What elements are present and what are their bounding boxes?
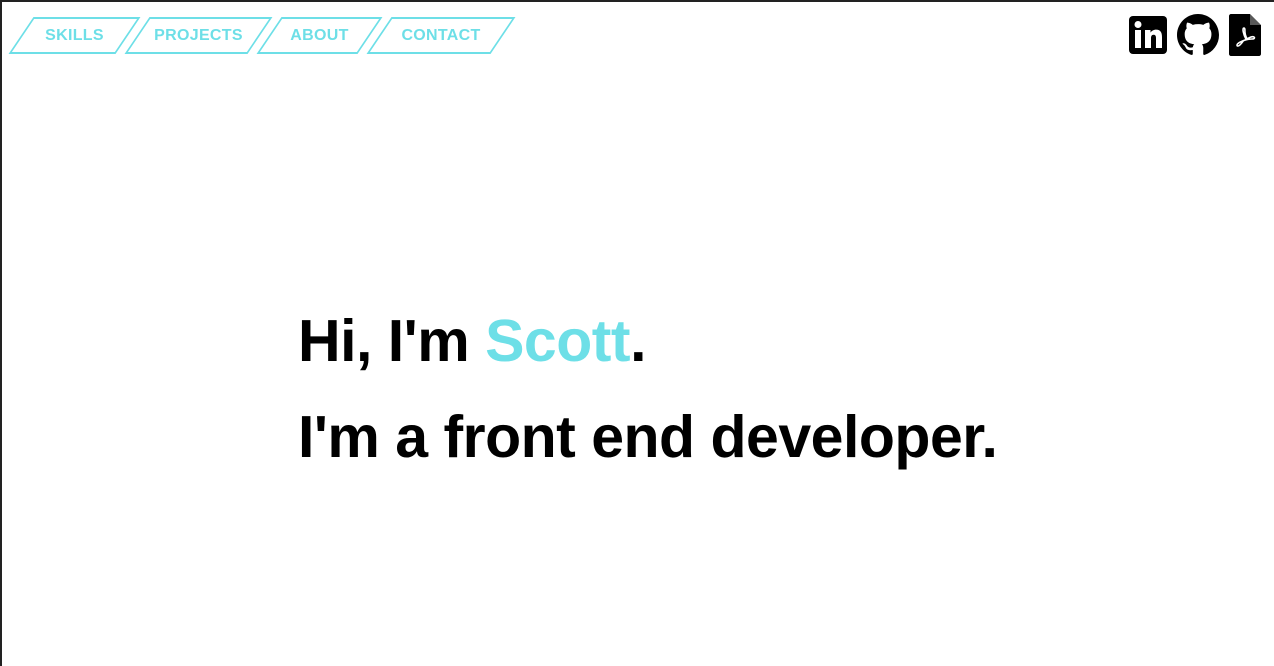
resume-pdf-link[interactable] — [1229, 14, 1261, 56]
page-frame: SKILLS PROJECTS ABOUT CONTACT Hi, I'm Sc… — [0, 0, 1274, 666]
nav-about-label: ABOUT — [290, 27, 349, 44]
nav-skills-button[interactable]: SKILLS — [21, 17, 128, 54]
hero-greeting: Hi, I'm Scott. — [298, 304, 997, 379]
nav-contact-label: CONTACT — [401, 27, 481, 44]
main-nav: SKILLS PROJECTS ABOUT CONTACT — [21, 17, 509, 54]
nav-skills-label: SKILLS — [45, 27, 104, 44]
hero-tagline: I'm a front end developer. — [298, 404, 998, 470]
greeting-prefix: Hi, I'm — [298, 308, 486, 374]
linkedin-icon — [1129, 16, 1167, 54]
nav-projects-label: PROJECTS — [154, 27, 243, 44]
greeting-suffix: . — [630, 308, 646, 374]
nav-projects-button[interactable]: PROJECTS — [137, 17, 260, 54]
hero-section: Hi, I'm Scott. I'm a front end developer… — [298, 304, 998, 475]
hero-name: Scott — [485, 308, 631, 374]
pdf-resume-icon — [1229, 14, 1261, 56]
nav-about-button[interactable]: ABOUT — [269, 17, 370, 54]
github-icon — [1177, 14, 1219, 55]
linkedin-link[interactable] — [1129, 16, 1167, 54]
nav-contact-button[interactable]: CONTACT — [379, 17, 503, 54]
github-link[interactable] — [1177, 14, 1219, 56]
social-links — [1129, 14, 1261, 56]
